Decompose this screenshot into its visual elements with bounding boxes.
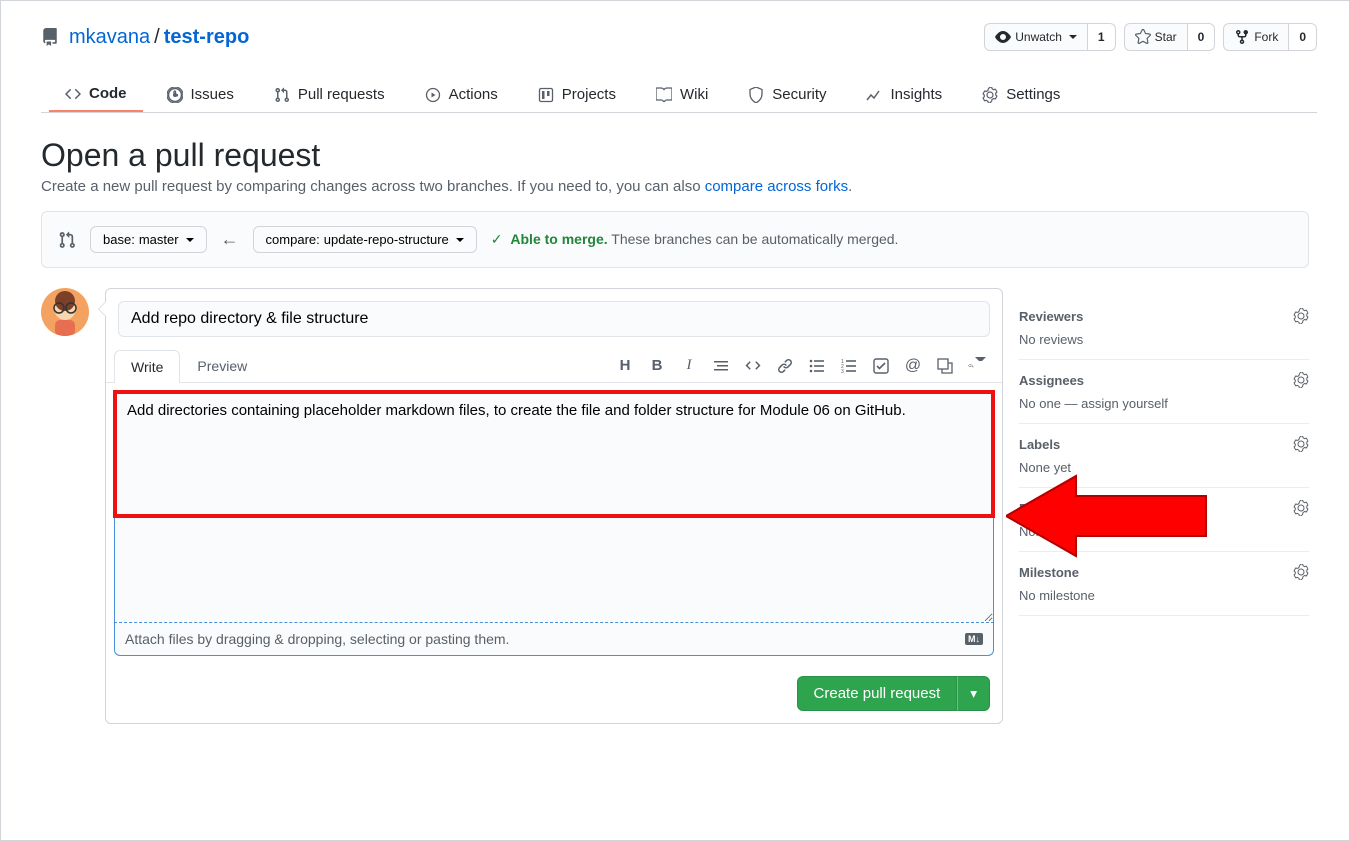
projects-value: None yet xyxy=(1019,524,1309,539)
repo-name-link[interactable]: test-repo xyxy=(164,26,250,49)
git-compare-icon xyxy=(58,231,76,249)
merge-status: ✓ Able to merge. These branches can be a… xyxy=(491,231,899,248)
tab-projects[interactable]: Projects xyxy=(522,77,632,112)
star-count[interactable]: 0 xyxy=(1188,23,1216,51)
number-list-icon[interactable]: 123 xyxy=(840,357,858,375)
repo-header: mkavana / test-repo Unwatch 1 Star xyxy=(41,17,1317,57)
check-icon: ✓ xyxy=(491,231,503,247)
repo-icon xyxy=(41,28,59,46)
unwatch-button[interactable]: Unwatch xyxy=(984,23,1088,51)
assignees-value[interactable]: No one — assign yourself xyxy=(1019,396,1309,411)
star-button[interactable]: Star xyxy=(1124,23,1188,51)
milestone-heading[interactable]: Milestone xyxy=(1019,565,1079,580)
task-list-icon[interactable] xyxy=(872,357,890,375)
gear-icon[interactable] xyxy=(1293,564,1309,580)
fork-button[interactable]: Fork xyxy=(1223,23,1289,51)
path-separator: / xyxy=(154,26,160,49)
milestone-value: No milestone xyxy=(1019,588,1309,603)
tab-preview[interactable]: Preview xyxy=(180,349,264,382)
page-subtitle: Create a new pull request by comparing c… xyxy=(41,178,1309,195)
heading-icon[interactable]: H xyxy=(616,357,634,375)
gear-icon[interactable] xyxy=(1293,500,1309,516)
labels-heading[interactable]: Labels xyxy=(1019,437,1060,452)
tab-pull-requests[interactable]: Pull requests xyxy=(258,77,401,112)
pr-body-textarea[interactable] xyxy=(114,391,994,623)
markdown-badge[interactable]: M↓ xyxy=(965,633,983,645)
gear-icon[interactable] xyxy=(1293,308,1309,324)
pr-title-input[interactable] xyxy=(118,301,990,337)
avatar[interactable] xyxy=(41,288,89,336)
code-icon[interactable] xyxy=(744,357,762,375)
reply-icon[interactable] xyxy=(968,357,986,375)
range-editor: base: master ← compare: update-repo-stru… xyxy=(41,211,1309,268)
assignees-heading[interactable]: Assignees xyxy=(1019,373,1084,388)
labels-value: None yet xyxy=(1019,460,1309,475)
quote-icon[interactable] xyxy=(712,357,730,375)
repo-tabs: Code Issues Pull requests Actions Projec… xyxy=(41,77,1317,113)
tab-settings[interactable]: Settings xyxy=(966,77,1076,112)
tab-write[interactable]: Write xyxy=(114,350,180,383)
gear-icon[interactable] xyxy=(1293,436,1309,452)
gear-icon[interactable] xyxy=(1293,372,1309,388)
base-branch-select[interactable]: base: master xyxy=(90,226,207,253)
compare-forks-link[interactable]: compare across forks xyxy=(705,178,848,195)
tab-security[interactable]: Security xyxy=(732,77,842,112)
reference-icon[interactable] xyxy=(936,357,954,375)
tab-wiki[interactable]: Wiki xyxy=(640,77,724,112)
fork-count[interactable]: 0 xyxy=(1289,23,1317,51)
attach-files-hint[interactable]: Attach files by dragging & dropping, sel… xyxy=(125,631,509,647)
bold-icon[interactable]: B xyxy=(648,357,666,375)
link-icon[interactable] xyxy=(776,357,794,375)
reviewers-value: No reviews xyxy=(1019,332,1309,347)
repo-owner-link[interactable]: mkavana xyxy=(69,26,150,49)
pr-sidebar: Reviewers No reviews Assignees No one — … xyxy=(1019,288,1309,616)
create-pull-request-caret[interactable]: ▾ xyxy=(957,676,990,711)
arrow-left-icon: ← xyxy=(221,229,239,250)
mention-icon[interactable]: @ xyxy=(904,357,922,375)
projects-heading[interactable]: Projects xyxy=(1019,501,1070,516)
italic-icon[interactable]: I xyxy=(680,357,698,375)
tab-issues[interactable]: Issues xyxy=(151,77,250,112)
tab-code[interactable]: Code xyxy=(49,77,143,112)
create-pull-request-button[interactable]: Create pull request xyxy=(797,676,958,711)
tab-actions[interactable]: Actions xyxy=(409,77,514,112)
tab-insights[interactable]: Insights xyxy=(850,77,958,112)
reviewers-heading[interactable]: Reviewers xyxy=(1019,309,1083,324)
comment-box: Write Preview H B I xyxy=(105,288,1003,724)
compare-branch-select[interactable]: compare: update-repo-structure xyxy=(253,226,477,253)
watch-count[interactable]: 1 xyxy=(1088,23,1116,51)
page-title: Open a pull request xyxy=(41,137,1309,174)
bullet-list-icon[interactable] xyxy=(808,357,826,375)
svg-text:3: 3 xyxy=(841,369,844,374)
